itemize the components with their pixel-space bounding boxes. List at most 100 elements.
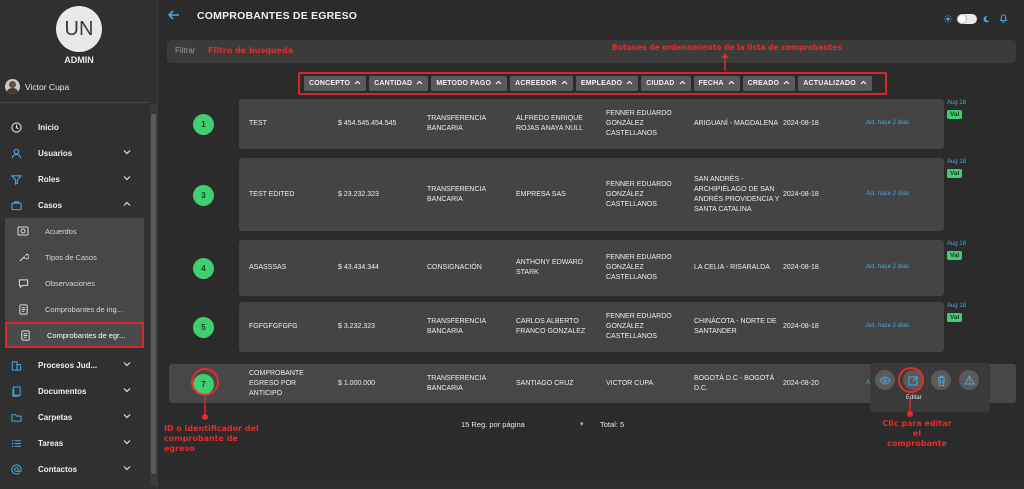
theme-switch[interactable] <box>944 10 1008 28</box>
cell-fecha: 2024-08-18 <box>783 190 819 198</box>
status-badge: Val <box>947 169 963 178</box>
warning-button[interactable] <box>959 370 979 390</box>
submenu-item-observaciones[interactable]: Observaciones <box>5 270 144 296</box>
delete-button[interactable] <box>931 370 951 390</box>
sidebar-item-casos[interactable]: Casos <box>0 192 149 218</box>
cell-concepto: COMPROBANTE EGRESO POR ANTICIPO <box>249 369 304 397</box>
cell-empleado: FENNER EDUARDO GONZÁLEZ CASTELLANOS <box>606 254 672 281</box>
per-page-select[interactable]: 15 Reg. por página <box>461 420 525 429</box>
clock-icon <box>10 121 22 133</box>
sidebar-item-usuarios[interactable]: Usuarios <box>0 140 149 166</box>
sidebar-item-roles[interactable]: Roles <box>0 166 149 192</box>
chevron-up-icon <box>783 80 790 87</box>
sort-button-fecha[interactable]: FECHA <box>693 76 740 91</box>
list-icon <box>10 437 22 449</box>
cell-concepto: TEST EDITED <box>249 190 295 198</box>
user-name: Victor Cupa <box>25 81 70 92</box>
updated-link[interactable]: Act. hace 2 días <box>866 191 909 197</box>
sidebar-item-label: Tareas <box>38 438 64 448</box>
cell-ciudad: LA CELIA - RISARALDA <box>694 264 770 271</box>
sort-button-concepto[interactable]: CONCEPTO <box>304 76 367 91</box>
sun-icon <box>944 10 952 28</box>
user-role: ADMIN <box>64 55 94 65</box>
sort-button-acreedor[interactable]: ACREEDOR <box>510 76 573 91</box>
chevron-up-icon <box>728 80 735 87</box>
sort-button-metodo-pago[interactable]: METODO PAGO <box>431 76 508 91</box>
folder-icon <box>10 411 22 423</box>
status-badge: Val <box>947 251 963 260</box>
chevron-up-icon <box>354 80 361 87</box>
sidebar-item-inicio[interactable]: Inicio <box>0 114 149 140</box>
annotation-arrow-id <box>202 397 208 420</box>
cell-metodo: TRANSFERENCIA BANCARIA <box>427 185 486 203</box>
cell-cantidad: $ 43.434.344 <box>338 264 379 271</box>
sidebar-item-label: Carpetas <box>38 412 73 422</box>
cell-fecha: 2024-08-18 <box>783 120 819 127</box>
user-profile[interactable]: Victor Cupa <box>5 79 69 94</box>
chevron-up-icon <box>561 80 568 87</box>
sort-button-empleado[interactable]: EMPLEADO <box>575 76 639 91</box>
cell-ciudad: BOGOTÁ D.C - BOGOTÁ D.C. <box>694 374 775 392</box>
submenu-item-label: Tipos de Casos <box>45 252 97 262</box>
chevron-down-icon <box>123 386 131 396</box>
sidebar-item-documentos[interactable]: Documentos <box>0 378 149 404</box>
cell-empleado: FENNER EDUARDO GONZÁLEZ CASTELLANOS <box>606 180 672 208</box>
cell-metodo: CONSIGNACIÓN <box>427 264 482 271</box>
sidebar-scrollbar[interactable] <box>150 104 157 486</box>
bell-icon[interactable] <box>999 10 1008 28</box>
annotation-arrow-edit <box>907 399 913 417</box>
search-filter-input[interactable]: Filtrar <box>167 40 1016 63</box>
sidebar-nav: Inicio Usuarios Roles Casos Acuerdos Tip… <box>0 114 149 482</box>
cell-ciudad: SAN ANDRÉS - ARCHIPIÉLAGO DE SAN ANDRÉS … <box>694 175 780 213</box>
sort-button-label: CIUDAD <box>646 80 675 87</box>
sidebar-item-carpetas[interactable]: Carpetas <box>0 404 149 430</box>
cell-acreedor: ANTHONY EDWARD STARK <box>516 259 583 276</box>
row-id-badge: 1 <box>193 114 214 135</box>
cell-cantidad: $ 1.000.000 <box>338 379 375 387</box>
sidebar-item-label: Procesos Jud... <box>38 360 98 370</box>
chevron-down-icon[interactable]: ▾ <box>580 420 584 428</box>
row-id-badge: 4 <box>193 258 214 279</box>
updated-link[interactable]: Act. hace 2 días <box>866 264 909 270</box>
submenu-item-comprobantes-egreso[interactable]: Comprobantes de egr... <box>5 322 144 348</box>
chevron-down-icon <box>123 148 131 158</box>
sort-button-label: METODO PAGO <box>436 80 492 87</box>
sort-button-cantidad[interactable]: CANTIDAD <box>369 76 429 91</box>
cell-metodo: TRANSFERENCIA BANCARIA <box>427 374 486 392</box>
annotation-edit: Clic para editar el comprobante <box>882 419 952 448</box>
cell-concepto: FGFGFGFGFG <box>249 323 298 330</box>
submenu-item-acuerdos[interactable]: Acuerdos <box>5 218 144 244</box>
moon-icon <box>982 10 990 28</box>
sidebar-item-tareas[interactable]: Tareas <box>0 430 149 456</box>
cell-acreedor: SANTIAGO CRUZ <box>516 379 574 387</box>
scroll-thumb[interactable] <box>151 114 156 474</box>
cell-acreedor: ALFREDO ENRIQUE ROJAS ANAYA NULL <box>516 115 584 132</box>
sidebar-item-procesos[interactable]: Procesos Jud... <box>0 352 149 378</box>
horizontal-scrollbar[interactable] <box>160 481 1024 489</box>
theme-toggle[interactable] <box>957 14 977 24</box>
cell-concepto: ASASSSAS <box>249 264 287 271</box>
cell-empleado: FENNER EDUARDO GONZÁLEZ CASTELLANOS <box>606 313 672 340</box>
updated-link[interactable]: Act. hace 2 días <box>866 120 909 126</box>
sidebar-item-contactos[interactable]: Contactos <box>0 456 149 482</box>
sort-button-label: CONCEPTO <box>309 80 351 87</box>
chevron-down-icon <box>123 412 131 422</box>
cell-concepto: TEST <box>249 120 267 127</box>
back-arrow-icon[interactable] <box>167 8 181 22</box>
cell-fecha: 2024-08-20 <box>783 379 819 387</box>
submenu-item-tipos-casos[interactable]: Tipos de Casos <box>5 244 144 270</box>
sort-button-creado[interactable]: CREADO <box>742 76 796 91</box>
submenu-item-comprobantes-ingreso[interactable]: Comprobantes de ing... <box>5 296 144 322</box>
annotation-filter: Filtro de busqueda <box>208 46 294 55</box>
avatar[interactable]: UN <box>56 6 102 52</box>
sort-button-actualizado[interactable]: ACTUALIZADO <box>798 76 872 91</box>
submenu-item-label: Observaciones <box>45 278 96 288</box>
updated-link[interactable]: Act. hace 2 días <box>866 323 909 329</box>
row-id-badge: 3 <box>193 184 214 206</box>
total-count: Total: 5 <box>600 420 625 429</box>
sort-button-ciudad[interactable]: CIUDAD <box>641 76 691 91</box>
cell-metodo: TRANSFERENCIA BANCARIA <box>427 318 486 335</box>
view-button[interactable] <box>875 370 895 390</box>
sidebar-item-label: Contactos <box>38 464 78 474</box>
chevron-up-icon <box>679 80 686 87</box>
